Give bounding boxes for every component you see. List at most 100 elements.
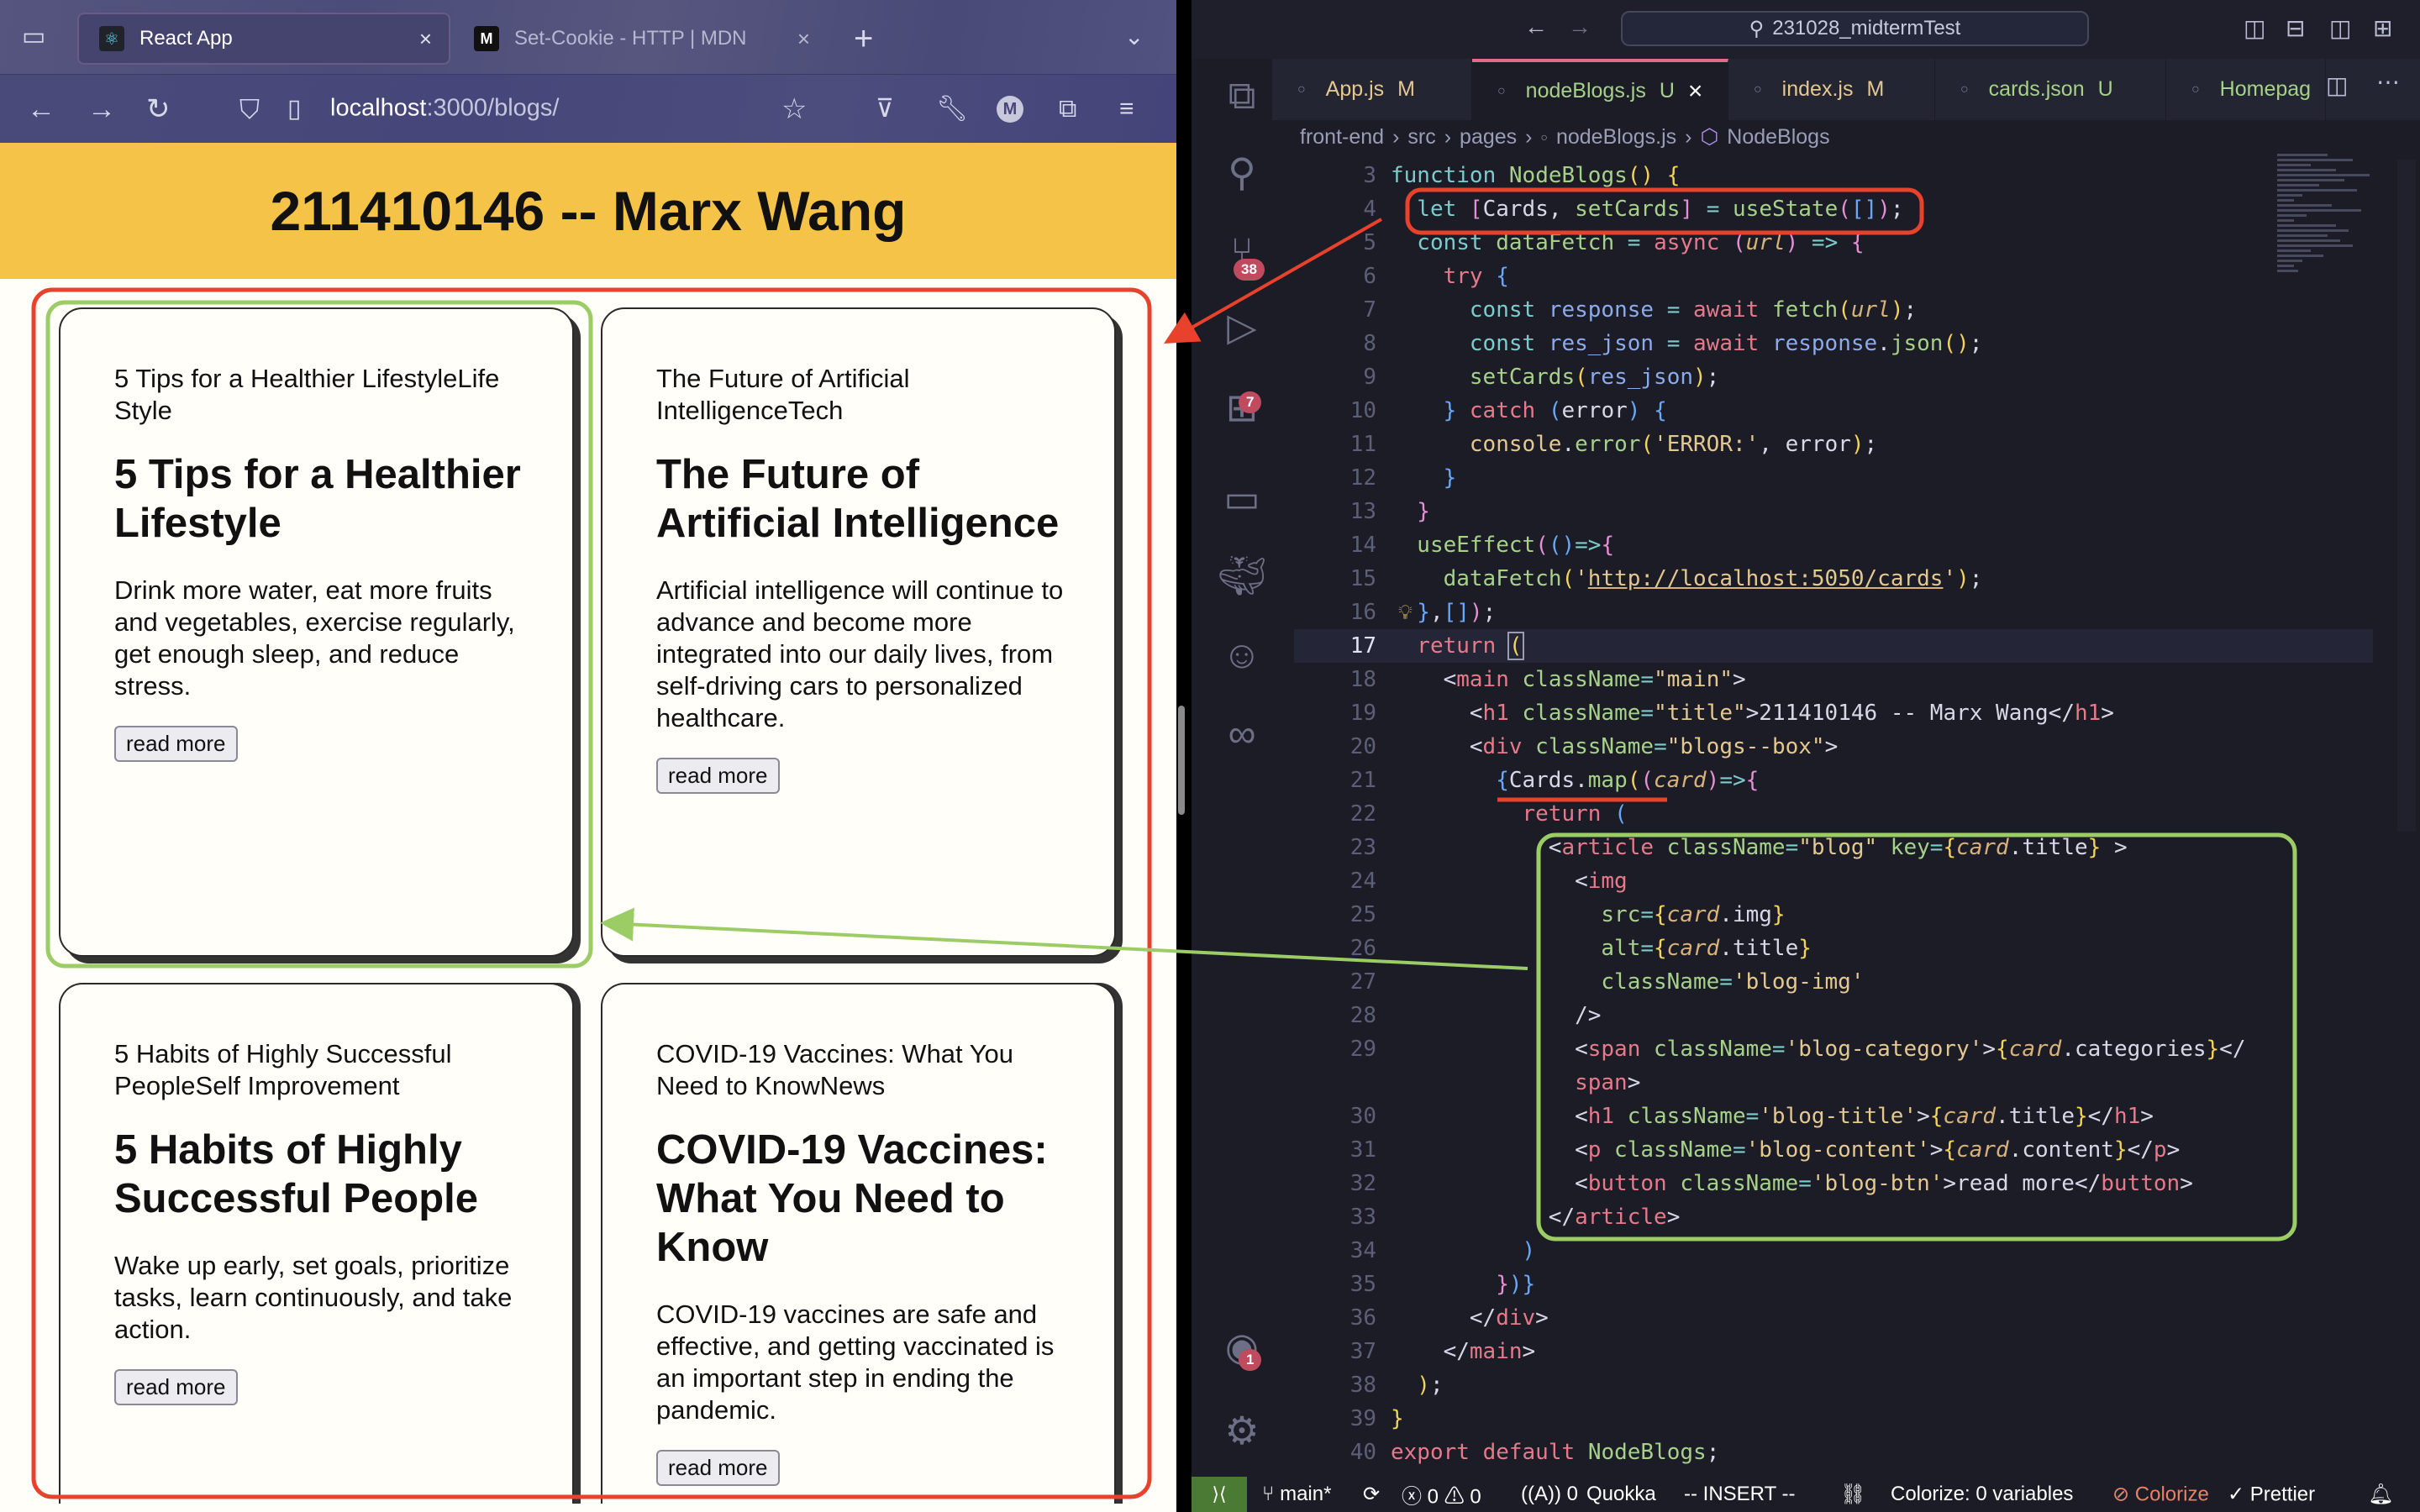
bookmark-star-icon[interactable]: ☆ (781, 95, 807, 123)
close-tab-icon[interactable]: × (419, 26, 432, 52)
toggle-sidebar-icon[interactable]: ◫ (2244, 17, 2265, 40)
code-line[interactable]: 13} (1192, 495, 2420, 528)
code-line[interactable]: 12} (1192, 461, 2420, 495)
branch-status[interactable]: ⑂ main* (1262, 1483, 1331, 1506)
code-editor[interactable]: 3 function NodeBlogs() {4 let [Cards, setC… (1192, 159, 2420, 1469)
code-line[interactable]: 8 const res_json = await response.json(); (1192, 327, 2420, 360)
code-line[interactable]: 17 return ( (1294, 629, 2373, 663)
colorize-variables-status[interactable]: Colorize: 0 variables (1891, 1483, 2073, 1506)
minimap[interactable] (2277, 151, 2395, 302)
breadcrumb-item[interactable]: front-end (1300, 125, 1384, 150)
code-line[interactable]: 5 const dataFetch = async (url) => { (1192, 226, 2420, 260)
code-line[interactable]: 37 </main> (1192, 1335, 2420, 1368)
code-line[interactable]: 23 <article className="blog" key={card.ti… (1192, 831, 2420, 864)
code-line[interactable]: 26 alt={card.title} (1192, 932, 2420, 965)
code-line[interactable]: 25 src={card.img} (1192, 898, 2420, 932)
breadcrumb-item[interactable]: NodeBlogs (1727, 125, 1829, 150)
split-editor-icon[interactable]: ◫ (2326, 74, 2348, 97)
code-line[interactable]: 24 <img (1192, 864, 2420, 898)
code-line[interactable]: 38); (1192, 1368, 2420, 1402)
back-arrow-icon[interactable]: ← (1524, 15, 1548, 39)
shield-icon[interactable]: ⛉ (239, 96, 260, 123)
wrench-icon[interactable]: 🔧︎ (936, 97, 968, 122)
ports-status[interactable]: ((A)) 0 (1521, 1483, 1578, 1506)
editor-tab[interactable]: ○ Homepag (2166, 59, 2326, 120)
problems-status[interactable]: ⓧ 0 ⚠ 0 (1402, 1480, 1481, 1509)
breadcrumb-item[interactable]: pages (1460, 125, 1517, 150)
extensions-puzzle-icon[interactable]: ⧉ (1059, 97, 1076, 122)
close-tab-icon[interactable]: × (1688, 77, 1703, 106)
read-more-button[interactable]: read more (656, 758, 780, 794)
read-more-button[interactable]: read more (114, 1369, 238, 1405)
new-tab-icon[interactable]: + (854, 22, 873, 55)
code-line[interactable]: 7 const response = await fetch(url); (1192, 293, 2420, 327)
browser-tab-mdn[interactable]: M Set-Cookie - HTTP | MDN × (471, 13, 840, 65)
back-arrow-icon[interactable]: ← (27, 95, 55, 123)
forward-arrow-icon[interactable]: → (87, 95, 116, 123)
code-line[interactable]: 19 <h1 className="title">211410146 -- Mar… (1192, 696, 2420, 730)
editor-tab[interactable]: ○ index.js M (1728, 59, 1935, 120)
code-line[interactable]: 9 setCards(res_json); (1192, 360, 2420, 394)
code-line[interactable]: 29 <span className='blog-category'>{card.… (1192, 1032, 2420, 1066)
toggle-panel-icon[interactable]: ⊟ (2286, 17, 2305, 40)
editor-scrollbar[interactable] (2397, 160, 2416, 832)
code-line[interactable]: 20 <div className="blogs--box"> (1192, 730, 2420, 764)
colorize-status[interactable]: ⊘ Colorize (2112, 1483, 2209, 1507)
window-divider[interactable] (1176, 0, 1192, 1512)
code-line[interactable]: 33 </article> (1192, 1200, 2420, 1234)
code-line[interactable]: 40 export default NodeBlogs; (1192, 1436, 2420, 1469)
colorize-link-icon[interactable]: ⛓ (1840, 1483, 1865, 1507)
toggle-secondary-sidebar-icon[interactable]: ◫ (2329, 17, 2351, 40)
lightbulb-icon[interactable]: 💡︎ (1398, 596, 1413, 629)
forward-arrow-icon[interactable]: → (1568, 15, 1591, 39)
code-line[interactable]: 27 className='blog-img' (1192, 965, 2420, 999)
quokka-status[interactable]: Quokka (1586, 1483, 1656, 1506)
editor-tab[interactable]: ○ nodeBlogs.js U × (1472, 59, 1728, 120)
code-line[interactable]: 35})} (1192, 1268, 2420, 1301)
code-line[interactable]: span> (1192, 1066, 2420, 1100)
code-line[interactable]: 11 console.error('ERROR:', error); (1192, 428, 2420, 461)
close-tab-icon[interactable]: × (797, 26, 810, 52)
sidebar-toggle-icon[interactable]: ▭ (22, 24, 45, 50)
code-line[interactable]: 18 <main className="main"> (1192, 663, 2420, 696)
explorer-files-icon[interactable]: ⧉ (1215, 76, 1269, 114)
code-line[interactable]: 10} catch (error) { (1192, 394, 2420, 428)
remote-indicator[interactable]: ⟩⟨ (1192, 1477, 1247, 1512)
code-line[interactable]: 6 try { (1192, 260, 2420, 293)
account-avatar-icon[interactable]: M (997, 96, 1023, 123)
code-line[interactable]: 15 dataFetch('http://localhost:5050/cards… (1192, 562, 2420, 596)
code-line[interactable]: 28 /> (1192, 999, 2420, 1032)
customize-layout-icon[interactable]: ⊞ (2373, 17, 2392, 40)
code-line[interactable]: 16},[]); 💡︎ (1192, 596, 2420, 629)
code-line[interactable]: 4 let [Cards, setCards] = useState([]); (1192, 192, 2420, 226)
code-line[interactable]: 39} (1192, 1402, 2420, 1436)
more-actions-icon[interactable]: ⋯ (2376, 71, 2400, 94)
editor-tab[interactable]: ○ App.js M (1272, 59, 1472, 120)
list-tabs-chevron-down-icon[interactable]: ⌄ (1124, 25, 1144, 49)
divider-grip[interactable] (1178, 706, 1185, 815)
notifications-bell-icon[interactable]: 🔔︎ (2368, 1483, 2393, 1507)
code-line[interactable]: 3 function NodeBlogs() { (1192, 159, 2420, 192)
breadcrumb-item[interactable]: src (1407, 125, 1435, 150)
sync-icon[interactable]: ⟳ (1363, 1483, 1380, 1507)
prettier-status[interactable]: ✓ Prettier (2228, 1483, 2315, 1507)
menu-icon[interactable]: ≡ (1119, 97, 1134, 122)
read-more-button[interactable]: read more (114, 726, 238, 762)
read-more-button[interactable]: read more (656, 1450, 780, 1486)
url-bar[interactable]: localhost:3000/blogs/ (330, 95, 559, 123)
code-line[interactable]: 22 return ( (1192, 797, 2420, 831)
editor-tab[interactable]: ○ cards.json U (1935, 59, 2166, 120)
code-line[interactable]: 31 <p className='blog-content'>{card.cont… (1192, 1133, 2420, 1167)
code-line[interactable]: 36 </div> (1192, 1301, 2420, 1335)
code-line[interactable]: 32 <button className='blog-btn'>read more… (1192, 1167, 2420, 1200)
pocket-icon[interactable]: ⊽ (876, 97, 894, 122)
code-line[interactable]: 14 useEffect(()=>{ (1192, 528, 2420, 562)
browser-tab-react-app[interactable]: ⚛ React App × (77, 13, 450, 65)
reload-icon[interactable]: ↻ (146, 95, 171, 123)
command-center-search[interactable]: ⚲ 231028_midtermTest (1621, 11, 2089, 46)
code-token: 'blog-img' (1732, 969, 1865, 995)
code-line[interactable]: 30 <h1 className='blog-title'>{card.title… (1192, 1100, 2420, 1133)
code-line[interactable]: 21 {Cards.map((card)=>{ (1192, 764, 2420, 797)
code-line[interactable]: 34) (1192, 1234, 2420, 1268)
breadcrumb-item[interactable]: nodeBlogs.js (1556, 125, 1676, 150)
